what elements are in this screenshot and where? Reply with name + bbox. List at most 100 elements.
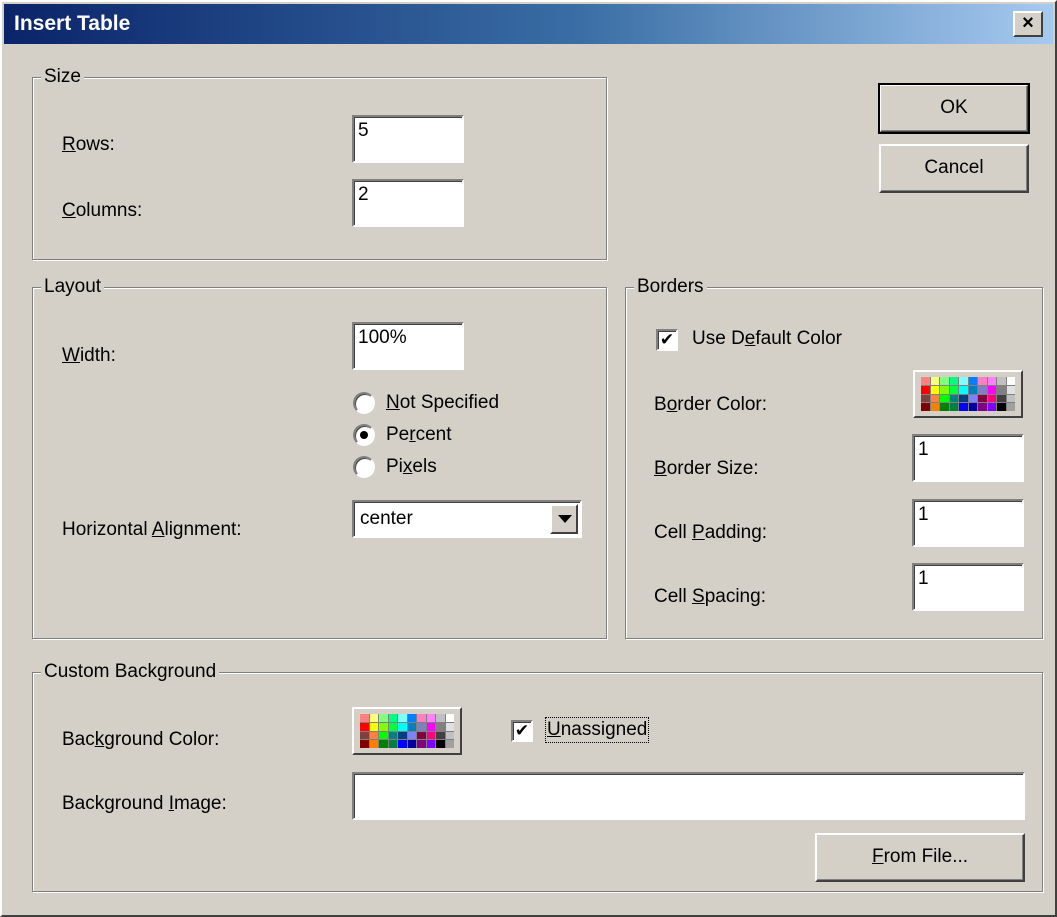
palette-color-cell [949, 385, 958, 394]
size-group-label: Size [41, 65, 84, 89]
width-input[interactable]: 100% [352, 322, 464, 370]
columns-input[interactable]: 2 [352, 179, 464, 227]
palette-color-cell [398, 714, 407, 722]
palette-color-cell [379, 740, 388, 748]
palette-color-cell [369, 740, 378, 748]
horizontal-alignment-value: center [360, 508, 413, 529]
palette-color-cell [426, 731, 435, 740]
palette-color-cell [987, 385, 996, 394]
horizontal-alignment-label: Horizontal Alignment: [62, 519, 242, 540]
columns-label: Columns: [62, 200, 143, 221]
palette-color-cell [407, 722, 416, 731]
palette-color-cell [417, 722, 426, 731]
palette-color-cell [407, 731, 416, 740]
cell-spacing-label: Cell Spacing: [654, 586, 766, 607]
palette-color-cell [388, 714, 397, 722]
palette-color-cell [959, 403, 968, 411]
palette-color-cell [959, 385, 968, 394]
close-icon: × [1022, 12, 1034, 34]
palette-color-cell [978, 394, 987, 403]
palette-color-cell [930, 403, 939, 411]
palette-color-cell [426, 722, 435, 731]
palette-color-cell [388, 731, 397, 740]
radio-pixels-button[interactable] [353, 456, 375, 478]
palette-color-cell [930, 377, 939, 385]
palette-color-cell [949, 394, 958, 403]
palette-color-cell [987, 394, 996, 403]
use-default-color-label: Use Default Color [692, 328, 842, 349]
palette-color-cell [379, 731, 388, 740]
custom-background-group-label: Custom Background [41, 660, 220, 684]
palette-color-cell [369, 722, 378, 731]
palette-color-cell [949, 403, 958, 411]
palette-color-cell [968, 394, 977, 403]
close-button[interactable]: × [1013, 11, 1043, 37]
palette-color-cell [968, 385, 977, 394]
palette-color-cell [997, 394, 1006, 403]
palette-color-cell [921, 394, 930, 403]
palette-color-cell [997, 377, 1006, 385]
palette-color-cell [436, 740, 445, 748]
cell-spacing-input[interactable]: 1 [912, 563, 1024, 611]
palette-color-cell [968, 377, 977, 385]
width-label: Width: [62, 345, 116, 366]
palette-color-cell [1006, 385, 1015, 394]
palette-color-cell [417, 740, 426, 748]
cell-padding-input[interactable]: 1 [912, 499, 1024, 547]
unassigned-label: Unassigned [544, 717, 650, 743]
palette-color-cell [968, 403, 977, 411]
background-color-picker[interactable] [352, 707, 462, 755]
palette-color-cell [987, 403, 996, 411]
border-size-input[interactable]: 1 [912, 434, 1024, 482]
palette-color-cell [940, 377, 949, 385]
palette-color-cell [369, 714, 378, 722]
palette-color-cell [398, 731, 407, 740]
palette-color-cell [407, 714, 416, 722]
radio-pixels-label: Pixels [386, 456, 437, 477]
palette-color-cell [417, 714, 426, 722]
custom-background-group: Custom Background Background Color: ✔ Un… [32, 660, 1043, 892]
palette-color-cell [426, 740, 435, 748]
border-color-label: Border Color: [654, 394, 768, 415]
radio-not-specified-button[interactable] [353, 392, 375, 414]
borders-group-label: Borders [634, 275, 707, 299]
palette-color-cell [997, 403, 1006, 411]
border-color-picker[interactable] [913, 370, 1023, 418]
horizontal-alignment-select[interactable]: center [352, 500, 582, 538]
from-file-button[interactable]: From File... [815, 833, 1025, 882]
palette-color-cell [978, 377, 987, 385]
palette-color-cell [940, 385, 949, 394]
palette-color-cell [436, 714, 445, 722]
palette-color-cell [930, 385, 939, 394]
palette-color-cell [921, 385, 930, 394]
size-group: Size Rows: 5 Columns: 2 [32, 65, 607, 260]
palette-color-cell [398, 722, 407, 731]
ok-button[interactable]: OK [878, 83, 1030, 134]
palette-color-cell [1006, 403, 1015, 411]
radio-percent-label: Percent [386, 424, 452, 445]
palette-color-cell [978, 385, 987, 394]
palette-color-cell [445, 740, 454, 748]
background-image-label: Background Image: [62, 793, 227, 814]
palette-color-cell [388, 722, 397, 731]
palette-color-cell [930, 394, 939, 403]
palette-color-cell [360, 731, 369, 740]
palette-color-cell [445, 722, 454, 731]
radio-percent-button[interactable] [353, 424, 375, 446]
border-size-label: Border Size: [654, 458, 759, 479]
chevron-down-icon[interactable] [550, 504, 578, 534]
title-bar[interactable]: Insert Table × [4, 4, 1053, 44]
rows-input[interactable]: 5 [352, 115, 464, 163]
layout-group: Layout Width: 100% Not Specified Percent… [32, 275, 607, 639]
cancel-button[interactable]: Cancel [879, 144, 1029, 193]
palette-color-cell [388, 740, 397, 748]
palette-color-cell [398, 740, 407, 748]
palette-color-cell [417, 731, 426, 740]
background-image-input[interactable] [352, 772, 1025, 820]
rows-label: Rows: [62, 134, 115, 155]
palette-color-cell [369, 731, 378, 740]
background-color-label: Background Color: [62, 729, 220, 750]
unassigned-checkbox[interactable]: ✔ [511, 720, 533, 742]
palette-color-cell [379, 714, 388, 722]
use-default-color-checkbox[interactable]: ✔ [656, 329, 678, 351]
